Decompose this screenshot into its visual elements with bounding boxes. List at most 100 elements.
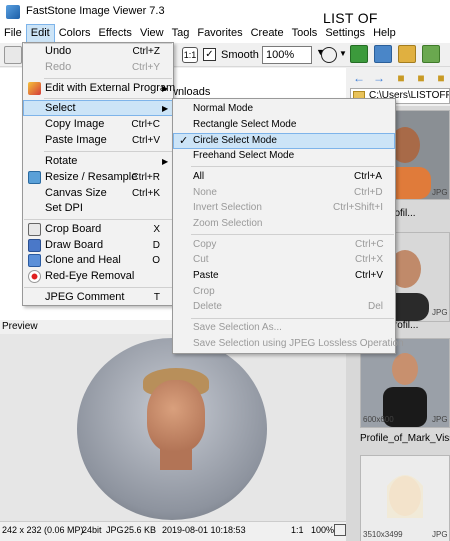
shortcut-resize: Ctrl+R: [131, 172, 160, 183]
menu-view[interactable]: View: [136, 24, 168, 43]
menu-set-dpi[interactable]: Set DPI: [45, 202, 83, 214]
back-icon[interactable]: ←: [352, 71, 366, 85]
submenu-delete[interactable]: Delete: [193, 301, 222, 312]
menu-edit-external[interactable]: Edit with External Program: [45, 82, 175, 94]
external-program-icon: [28, 82, 41, 95]
red-eye-icon: [28, 270, 41, 283]
menu-divider: [191, 166, 394, 167]
menu-divider: [191, 234, 394, 235]
smooth-checkbox[interactable]: ✓: [203, 48, 216, 61]
shortcut-none: Ctrl+D: [354, 187, 383, 198]
fit-icon[interactable]: [334, 524, 346, 536]
menu-divider: [24, 43, 172, 44]
status-dimensions: 242 x 232 (0.06 MP): [2, 525, 84, 535]
menu-effects[interactable]: Effects: [95, 24, 136, 43]
menu-undo[interactable]: Undo: [45, 45, 71, 57]
menu-copy-image[interactable]: Copy Image: [45, 118, 104, 130]
chevron-right-icon: ▶: [162, 104, 169, 113]
menu-select[interactable]: Select: [45, 102, 76, 114]
circle-select-icon[interactable]: [321, 47, 337, 63]
check-icon: ✓: [179, 135, 189, 147]
menu-file[interactable]: File: [0, 24, 26, 43]
shortcut-clone-heal: O: [152, 255, 160, 266]
menu-tools[interactable]: Tools: [288, 24, 322, 43]
shortcut-jpeg-comment: T: [153, 292, 160, 303]
thumbnail-image[interactable]: [360, 455, 450, 541]
submenu-paste[interactable]: Paste: [193, 270, 219, 281]
submenu-cut[interactable]: Cut: [193, 254, 209, 265]
menu-edit[interactable]: Edit: [25, 24, 55, 43]
thumbnail-format: JPG: [432, 308, 448, 317]
camera-icon[interactable]: [4, 46, 22, 64]
menu-resize[interactable]: Resize / Resample: [45, 171, 137, 183]
window-title: FastStone Image Viewer 7.3: [26, 5, 165, 17]
menu-paste-image[interactable]: Paste Image: [45, 134, 107, 146]
status-format: JPG: [106, 525, 124, 535]
submenu-save-selection[interactable]: Save Selection As...: [193, 322, 282, 333]
menu-tag[interactable]: Tag: [168, 24, 194, 43]
favorites-icon[interactable]: ■: [434, 71, 448, 85]
menu-red-eye[interactable]: Red-Eye Removal: [45, 270, 134, 282]
menu-create[interactable]: Create: [247, 24, 288, 43]
shortcut-copy: Ctrl+C: [355, 239, 384, 250]
tree-item-downloads[interactable]: wnloads: [170, 86, 210, 98]
folder-icon[interactable]: ■: [414, 71, 428, 85]
menu-jpeg-comment[interactable]: JPEG Comment: [45, 291, 124, 303]
status-bitdepth: 24bit: [82, 525, 102, 535]
slideshow-icon[interactable]: [350, 45, 368, 63]
person-photo: [361, 456, 449, 541]
settings-icon[interactable]: [422, 45, 440, 63]
thumbnail-dimensions: 3510x3499: [363, 530, 403, 539]
submenu-circle-mode[interactable]: Circle Select Mode: [193, 135, 277, 146]
folder-up-icon[interactable]: ■: [394, 71, 408, 85]
email-icon[interactable]: [398, 45, 416, 63]
shortcut-copy-image: Ctrl+C: [131, 119, 160, 130]
menu-divider: [44, 151, 172, 152]
menu-divider: [44, 98, 172, 99]
menu-crop-board[interactable]: Crop Board: [45, 223, 101, 235]
submenu-normal-mode[interactable]: Normal Mode: [193, 103, 253, 114]
crop-icon: [28, 223, 41, 236]
menu-draw-board[interactable]: Draw Board: [45, 239, 103, 251]
menu-help[interactable]: Help: [369, 24, 400, 43]
submenu-all[interactable]: All: [193, 171, 204, 182]
shortcut-undo: Ctrl+Z: [132, 46, 161, 57]
shortcut-crop-board: X: [153, 224, 160, 235]
draw-icon: [28, 239, 41, 252]
zoom-select[interactable]: 100%: [262, 46, 312, 64]
menu-divider: [24, 287, 172, 288]
submenu-copy[interactable]: Copy: [193, 239, 216, 250]
chevron-down-icon[interactable]: ▼: [339, 49, 347, 58]
thumbnail-caption: Profile_of_Mark_Viss...: [360, 433, 450, 444]
submenu-freehand-mode[interactable]: Freehand Select Mode: [193, 150, 294, 161]
thumbnail-dimensions: 600x600: [363, 415, 394, 424]
resize-icon: [28, 171, 41, 184]
status-filesize: 25.6 KB: [124, 525, 157, 535]
submenu-zoom-selection[interactable]: Zoom Selection: [193, 218, 262, 229]
compare-icon[interactable]: [374, 45, 392, 63]
thumbnail-format: JPG: [432, 530, 448, 539]
menu-clone-heal[interactable]: Clone and Heal: [45, 254, 121, 266]
forward-icon[interactable]: →: [372, 71, 386, 85]
smooth-label: Smooth: [221, 49, 259, 61]
thumbnail-format: JPG: [432, 188, 448, 197]
submenu-rectangle-mode[interactable]: Rectangle Select Mode: [193, 119, 296, 130]
submenu-crop[interactable]: Crop: [193, 286, 215, 297]
shortcut-canvas-size: Ctrl+K: [131, 188, 160, 199]
app-icon: [6, 5, 20, 19]
actual-size-icon[interactable]: 1:1: [182, 47, 198, 63]
menu-colors[interactable]: Colors: [55, 24, 95, 43]
submenu-none[interactable]: None: [193, 187, 217, 198]
menu-divider: [191, 318, 394, 319]
shortcut-delete: Del: [368, 301, 384, 312]
menu-favorites[interactable]: Favorites: [193, 24, 246, 43]
submenu-invert[interactable]: Invert Selection: [193, 202, 262, 213]
chevron-right-icon: ▶: [162, 157, 169, 166]
menu-divider: [44, 78, 172, 79]
submenu-save-lossless[interactable]: Save Selection using JPEG Lossless Opera…: [193, 338, 404, 349]
menu-canvas-size[interactable]: Canvas Size: [45, 187, 107, 199]
menu-redo[interactable]: Redo: [45, 61, 71, 73]
menu-rotate[interactable]: Rotate: [45, 155, 77, 167]
shortcut-all: Ctrl+A: [354, 171, 383, 182]
menu-settings[interactable]: Settings: [321, 24, 369, 43]
